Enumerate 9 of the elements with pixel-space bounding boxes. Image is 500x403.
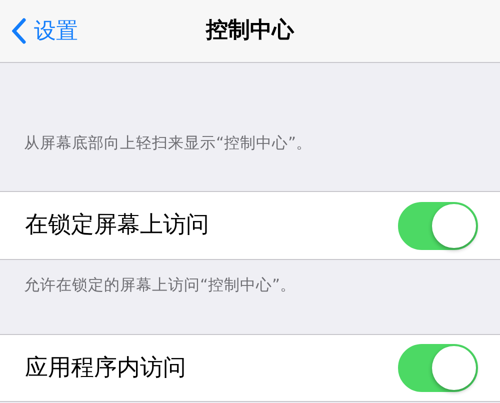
footer-note: 允许在锁定的屏幕上访问“控制中心”。 xyxy=(24,275,296,296)
back-button[interactable]: 设置 xyxy=(0,0,82,62)
footer-note: 从屏幕底部向上轻扫来显示“控制中心”。 xyxy=(24,132,312,154)
screen-title: 控制中心 xyxy=(206,18,294,44)
row-label: 应用程序内访问 xyxy=(25,354,186,383)
toggle-switch[interactable] xyxy=(398,344,478,392)
row-label: 在锁定屏幕上访问 xyxy=(25,211,209,240)
back-chevron-icon xyxy=(12,18,26,44)
toggle-switch[interactable] xyxy=(398,202,478,250)
